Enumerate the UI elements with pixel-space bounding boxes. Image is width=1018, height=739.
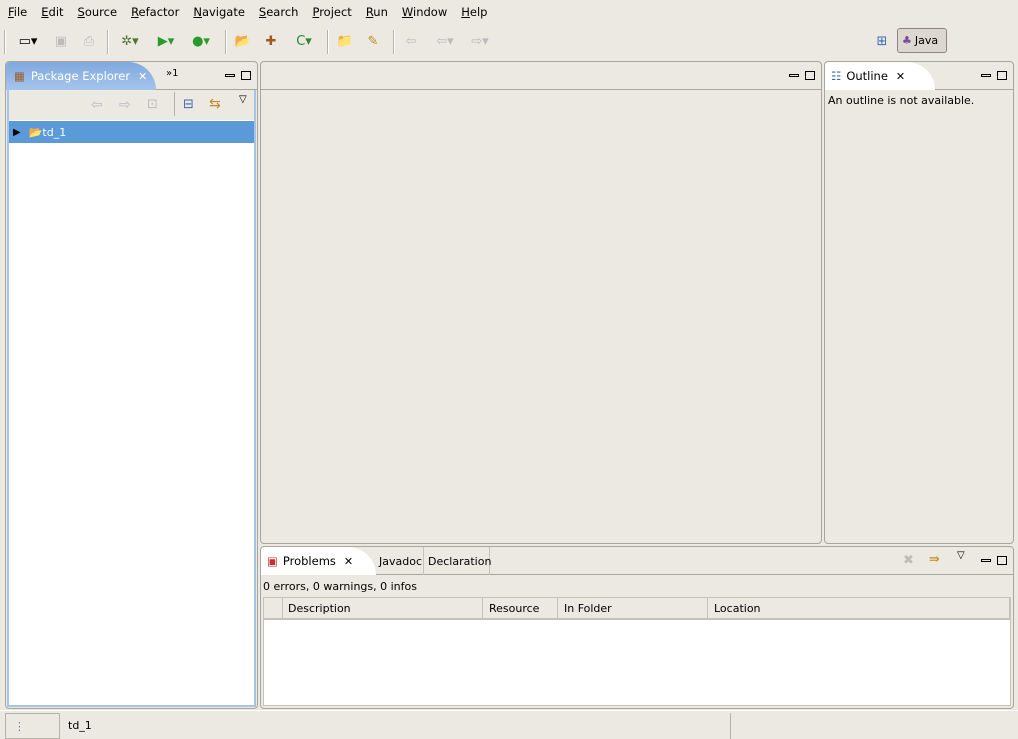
new-icon[interactable]: ▭▾ xyxy=(14,32,42,50)
toolbar: ▭▾ ▣ ⎙ ✲▾ ▶▾ ●▾ 📂 ✚ C▾ 📁 ✎ ⇦ ⇦▾ ⇨▾ ⊞ ♣ J… xyxy=(0,26,1018,56)
menu-navigate[interactable]: Navigate xyxy=(193,5,245,19)
status-bar: ⋮ td_1 xyxy=(0,710,1018,739)
new-package-icon[interactable]: ✚ xyxy=(262,32,280,50)
java-perspective-button[interactable]: ♣ Java xyxy=(897,28,947,53)
forward-icon[interactable]: ⇨ xyxy=(119,97,131,113)
close-icon[interactable]: ✕ xyxy=(344,555,353,568)
tab-label: Declaration xyxy=(428,554,492,568)
minimize-icon[interactable] xyxy=(225,73,235,77)
package-explorer-panel: ▦ Package Explorer ✕ »1 ⇦ ⇨ ⊡ ⊟ ⇆ ▽ ▶ 📂 … xyxy=(5,61,258,709)
close-icon[interactable]: ✕ xyxy=(138,70,147,83)
problems-table: Description Resource In Folder Location xyxy=(263,597,1011,706)
maximize-icon[interactable] xyxy=(997,555,1007,565)
search-icon[interactable]: ✎ xyxy=(364,32,382,50)
view-menu-icon[interactable]: ▽ xyxy=(239,94,247,105)
tree-item-label: td_1 xyxy=(42,125,67,139)
column-location[interactable]: Location xyxy=(707,598,1010,620)
column-resource[interactable]: Resource xyxy=(482,598,545,620)
back-icon[interactable]: ⇦ xyxy=(91,97,103,113)
problems-summary: 0 errors, 0 warnings, 0 infos xyxy=(263,580,417,593)
tab-declaration[interactable]: Declaration xyxy=(424,547,492,575)
filter-icon[interactable]: ⇛ xyxy=(929,552,940,567)
package-explorer-tabs: ▦ Package Explorer ✕ »1 xyxy=(6,62,257,90)
tab-problems[interactable]: ▣ Problems ✕ xyxy=(261,547,376,575)
menu-window[interactable]: Window xyxy=(402,5,447,19)
collapse-all-icon[interactable]: ⊟ xyxy=(183,97,194,112)
close-icon[interactable]: ✕ xyxy=(896,70,905,83)
up-icon[interactable]: ⊡ xyxy=(147,97,158,112)
menu-run[interactable]: Run xyxy=(366,5,388,19)
column-description[interactable]: Description xyxy=(288,602,351,615)
menu-source[interactable]: Source xyxy=(78,5,118,19)
menu-search[interactable]: Search xyxy=(259,5,299,19)
outline-icon: ☷ xyxy=(831,69,842,83)
tab-label: Package Explorer xyxy=(30,69,131,83)
tab-javadoc[interactable]: Javadoc xyxy=(379,547,424,575)
maximize-icon[interactable] xyxy=(805,70,815,80)
java-perspective-label: Java xyxy=(914,34,939,47)
tab-label: Problems xyxy=(282,554,336,568)
package-icon: ▦ xyxy=(14,69,25,83)
expand-icon[interactable]: ▶ xyxy=(13,127,21,138)
java-perspective-icon: ♣ xyxy=(902,34,912,47)
outline-message: An outline is not available. xyxy=(828,94,975,107)
print-icon[interactable]: ⎙ xyxy=(80,32,98,50)
debug-icon[interactable]: ✲▾ xyxy=(116,32,144,50)
tab-outline[interactable]: ☷ Outline ✕ xyxy=(825,62,935,90)
tab-package-explorer[interactable]: ▦ Package Explorer ✕ xyxy=(6,62,156,90)
menu-edit[interactable]: Edit xyxy=(41,5,63,19)
tab-overflow[interactable]: »1 xyxy=(166,68,178,79)
maximize-icon[interactable] xyxy=(997,70,1007,80)
column-in-folder[interactable]: In Folder xyxy=(557,598,618,620)
save-icon[interactable]: ▣ xyxy=(52,32,70,50)
view-menu-icon[interactable]: ▽ xyxy=(957,550,965,561)
project-folder-icon: 📂 xyxy=(28,125,43,139)
outline-panel: ☷ Outline ✕ An outline is not available. xyxy=(824,61,1014,544)
minimize-icon[interactable] xyxy=(981,73,991,77)
maximize-icon[interactable] xyxy=(241,70,251,80)
new-java-project-icon[interactable]: 📂 xyxy=(234,32,252,50)
tab-label: Outline xyxy=(846,69,888,83)
status-text: td_1 xyxy=(68,719,92,732)
minimize-icon[interactable] xyxy=(789,73,799,77)
tree-item-td-1[interactable]: ▶ 📂 td_1 xyxy=(9,121,254,143)
run-external-icon[interactable]: ●▾ xyxy=(187,32,215,50)
last-edit-icon[interactable]: ⇦ xyxy=(402,32,420,50)
back-icon[interactable]: ⇦▾ xyxy=(432,32,458,50)
forward-icon[interactable]: ⇨▾ xyxy=(467,32,493,50)
tab-label: Javadoc xyxy=(379,554,422,568)
editor-area xyxy=(260,61,822,544)
menu-refactor[interactable]: Refactor xyxy=(131,5,179,19)
link-with-editor-icon[interactable]: ⇆ xyxy=(209,96,221,112)
menu-bar: File Edit Source Refactor Navigate Searc… xyxy=(0,0,1018,23)
new-class-icon[interactable]: C▾ xyxy=(290,32,318,50)
run-icon[interactable]: ▶▾ xyxy=(152,32,180,50)
menu-help[interactable]: Help xyxy=(461,5,487,19)
menu-file[interactable]: File xyxy=(8,5,27,19)
problems-icon: ▣ xyxy=(267,554,278,568)
open-type-icon[interactable]: 📁 xyxy=(336,32,354,50)
menu-project[interactable]: Project xyxy=(312,5,351,19)
delete-icon[interactable]: ✖ xyxy=(903,553,914,568)
fast-view-bar[interactable]: ⋮ xyxy=(5,713,60,739)
problems-panel: ▣ Problems ✕ Javadoc Declaration ✖ ⇛ ▽ 0… xyxy=(260,546,1014,709)
open-perspective-icon[interactable]: ⊞ xyxy=(873,32,891,50)
minimize-icon[interactable] xyxy=(981,558,991,562)
